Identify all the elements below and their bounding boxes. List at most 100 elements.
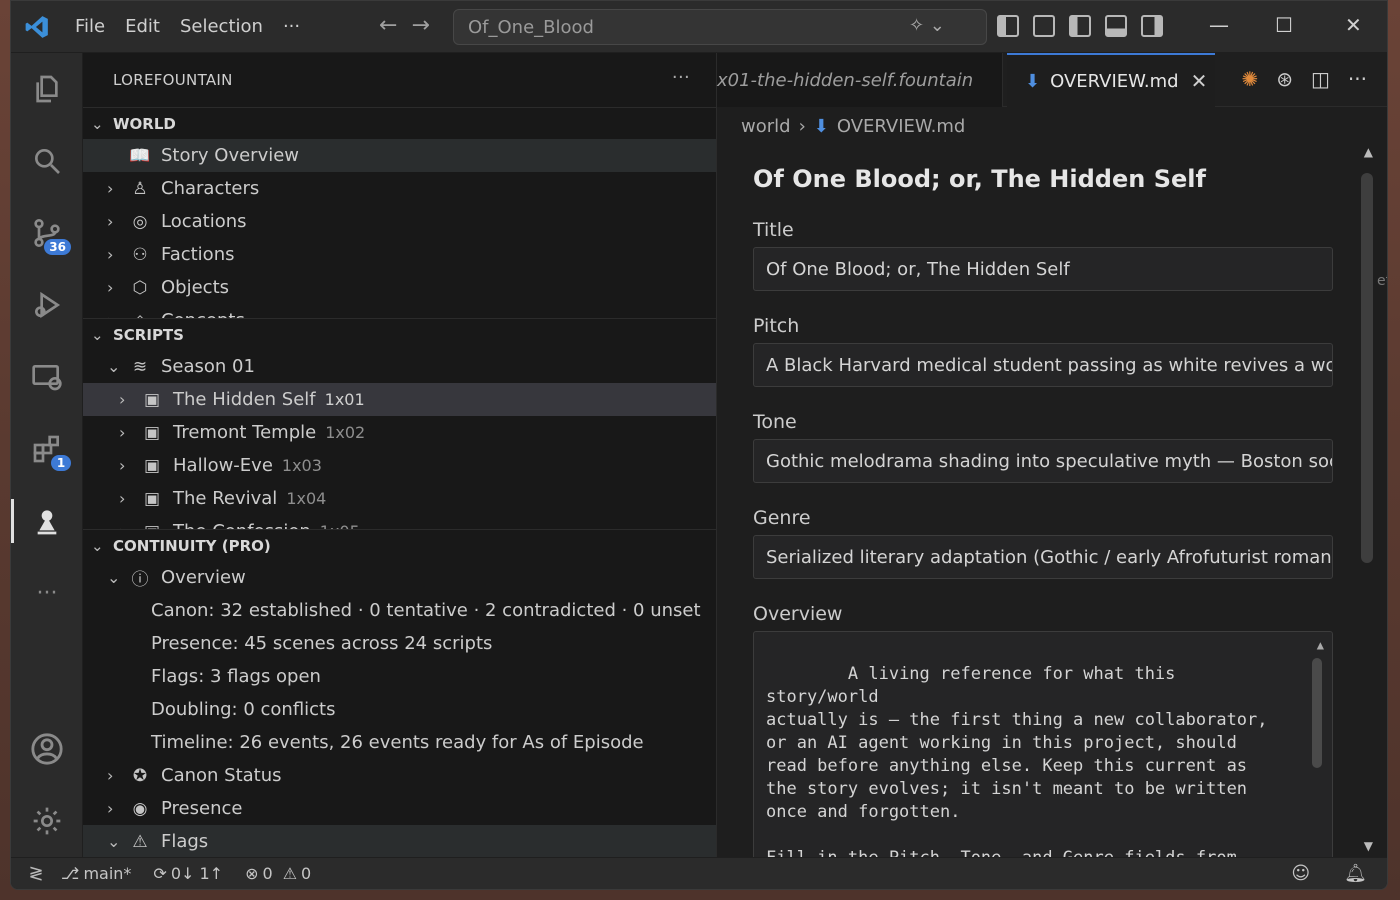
clipped-row: › ▣ The Confession 1x05 bbox=[83, 515, 716, 529]
continuity-canon-status[interactable]: › ✪ Canon Status bbox=[83, 759, 716, 792]
continuity-overview[interactable]: ⌄ ⓘ Overview bbox=[83, 561, 716, 594]
nav-arrows: ← → bbox=[379, 13, 444, 38]
split-editor-icon[interactable]: ◫ bbox=[1311, 67, 1330, 91]
scroll-up-icon[interactable]: ▲ bbox=[1364, 145, 1373, 159]
continuity-presence-line[interactable]: Presence: 45 scenes across 24 scripts bbox=[83, 627, 716, 660]
close-tab-icon[interactable]: ✕ bbox=[1191, 69, 1208, 93]
back-arrow-icon[interactable]: ← bbox=[379, 13, 397, 38]
accounts-icon[interactable] bbox=[11, 721, 83, 777]
forward-arrow-icon[interactable]: → bbox=[411, 13, 429, 38]
genre-input[interactable]: Serialized literary adaptation (Gothic /… bbox=[753, 535, 1333, 579]
textarea-scrollbar[interactable] bbox=[1312, 658, 1322, 768]
section-continuity[interactable]: ⌄ CONTINUITY (PRO) bbox=[83, 529, 716, 561]
warning-icon: ⚠ bbox=[132, 831, 148, 852]
extensions-icon[interactable]: 1 bbox=[11, 421, 83, 477]
menu-more[interactable]: ··· bbox=[283, 16, 300, 37]
branch-indicator[interactable]: ⎇ main* bbox=[61, 864, 131, 883]
chevron-right-icon: › bbox=[107, 278, 114, 297]
field-tone-label: Tone bbox=[753, 411, 797, 433]
season-01[interactable]: ⌄ ≋ Season 01 bbox=[83, 350, 716, 383]
continuity-doubling-line[interactable]: Doubling: 0 conflicts bbox=[83, 693, 716, 726]
run-debug-icon[interactable] bbox=[11, 277, 83, 333]
warning-icon: ⚠ bbox=[282, 864, 298, 883]
more-views-icon[interactable]: ··· bbox=[11, 565, 83, 621]
overview-form: Of One Blood; or, The Hidden Self Title … bbox=[753, 165, 1333, 881]
openai-icon[interactable]: ⊛ bbox=[1276, 67, 1293, 91]
claude-icon[interactable]: ✺ bbox=[1241, 67, 1258, 91]
menu-selection[interactable]: Selection bbox=[180, 16, 263, 37]
world-item-label: Factions bbox=[161, 244, 235, 265]
world-item-characters[interactable]: › ♙ Characters bbox=[83, 172, 716, 205]
scroll-down-icon[interactable]: ▼ bbox=[1364, 839, 1373, 853]
breadcrumb-folder[interactable]: world bbox=[741, 116, 791, 137]
extensions-badge: 1 bbox=[51, 455, 71, 471]
world-item-concepts[interactable]: › ◇ Concepts bbox=[83, 304, 716, 318]
sidebar-title-label: LOREFOUNTAIN bbox=[113, 71, 233, 89]
tab-label: x01-the-hidden-self.fountain bbox=[717, 69, 974, 91]
episode-1x04[interactable]: › ▣ The Revival 1x04 bbox=[83, 482, 716, 515]
world-item-story-overview[interactable]: 📖 Story Overview bbox=[83, 139, 716, 172]
toggle-panel-icon[interactable] bbox=[1105, 15, 1127, 37]
command-center-search[interactable]: Of_One_Blood bbox=[453, 9, 987, 45]
continuity-flags[interactable]: ⌄ ⚠ Flags bbox=[83, 825, 716, 857]
minimize-icon[interactable]: — bbox=[1209, 13, 1229, 37]
toggle-primary-sidebar-icon[interactable] bbox=[997, 15, 1019, 37]
menu-edit[interactable]: Edit bbox=[125, 16, 160, 37]
episode-title: Hallow-Eve bbox=[173, 455, 273, 476]
section-world[interactable]: ⌄ WORLD bbox=[83, 107, 716, 139]
continuity-overview-label: Overview bbox=[161, 567, 246, 588]
editor-scrollbar[interactable] bbox=[1361, 173, 1373, 563]
continuity-line: Doubling: 0 conflicts bbox=[151, 699, 336, 720]
section-world-label: WORLD bbox=[113, 114, 176, 133]
continuity-canon-line[interactable]: Canon: 32 established · 0 tentative · 2 … bbox=[83, 594, 716, 627]
customize-layout-icon[interactable] bbox=[1033, 15, 1055, 37]
remote-indicator-icon[interactable]: ≷ bbox=[11, 863, 61, 884]
episode-1x02[interactable]: › ▣ Tremont Temple 1x02 bbox=[83, 416, 716, 449]
episode-1x03[interactable]: › ▣ Hallow-Eve 1x03 bbox=[83, 449, 716, 482]
toggle-secondary-sidebar-icon[interactable] bbox=[1141, 15, 1163, 37]
continuity-timeline-line[interactable]: Timeline: 26 events, 26 events ready for… bbox=[83, 726, 716, 759]
tab-label: OVERVIEW.md bbox=[1050, 70, 1179, 92]
episode-1x05[interactable]: › ▣ The Confession 1x05 bbox=[83, 515, 716, 529]
tab-overview-md[interactable]: ⬇ OVERVIEW.md ✕ bbox=[1007, 53, 1215, 107]
search-icon[interactable] bbox=[11, 133, 83, 189]
continuity-flags-line[interactable]: Flags: 3 flags open bbox=[83, 660, 716, 693]
copilot-icon[interactable]: ✧ ⌄ bbox=[909, 15, 945, 36]
source-control-icon[interactable]: 36 bbox=[11, 205, 83, 261]
copilot-status-icon[interactable]: ☺ bbox=[1291, 863, 1310, 884]
episode-1x01[interactable]: › ▣ The Hidden Self 1x01 bbox=[83, 383, 716, 416]
status-bar: ≷ ⎇ main* ⟳ 0↓ 1↑ ⊗ 0 ⚠ 0 ☺ 🔔︎ bbox=[11, 857, 1387, 889]
maximize-icon[interactable]: ☐ bbox=[1275, 13, 1293, 37]
notifications-bell-icon[interactable]: 🔔︎ bbox=[1344, 863, 1367, 884]
overview-textarea[interactable]: A living reference for what this story/w… bbox=[753, 631, 1333, 881]
explorer-icon[interactable] bbox=[11, 61, 83, 117]
settings-gear-icon[interactable] bbox=[11, 793, 83, 849]
scroll-up-icon[interactable]: ▲ bbox=[1317, 634, 1324, 657]
section-continuity-label: CONTINUITY (PRO) bbox=[113, 536, 271, 555]
sidebar-more-actions-icon[interactable]: ··· bbox=[672, 67, 690, 88]
toggle-sidebar-icon[interactable] bbox=[1069, 15, 1091, 37]
lorefountain-icon[interactable] bbox=[11, 493, 83, 549]
title-input[interactable]: Of One Blood; or, The Hidden Self bbox=[753, 247, 1333, 291]
world-item-factions[interactable]: › ⚇ Factions bbox=[83, 238, 716, 271]
more-actions-icon[interactable]: ··· bbox=[1348, 67, 1367, 91]
continuity-presence[interactable]: › ◉ Presence bbox=[83, 792, 716, 825]
sync-indicator[interactable]: ⟳ 0↓ 1↑ bbox=[153, 864, 223, 883]
breadcrumb-file[interactable]: OVERVIEW.md bbox=[837, 116, 965, 137]
menu-file[interactable]: File bbox=[75, 16, 105, 37]
vscode-window: File Edit Selection ··· ← → Of_One_Blood … bbox=[10, 0, 1388, 890]
close-window-icon[interactable]: ✕ bbox=[1345, 13, 1362, 37]
episode-title: The Hidden Self bbox=[173, 389, 316, 410]
pitch-input[interactable]: A Black Harvard medical student passing … bbox=[753, 343, 1333, 387]
world-item-objects[interactable]: › ⬡ Objects bbox=[83, 271, 716, 304]
problems-indicator[interactable]: ⊗ 0 ⚠ 0 bbox=[245, 864, 311, 883]
pitch-input-value: A Black Harvard medical student passing … bbox=[766, 354, 1333, 376]
world-item-label: Locations bbox=[161, 211, 247, 232]
remote-explorer-icon[interactable] bbox=[11, 349, 83, 405]
tone-input[interactable]: Gothic melodrama shading into speculativ… bbox=[753, 439, 1333, 483]
branch-name: main* bbox=[83, 864, 132, 883]
continuity-line: Canon: 32 established · 0 tentative · 2 … bbox=[151, 600, 701, 621]
tab-fountain-script[interactable]: x01-the-hidden-self.fountain bbox=[717, 53, 1003, 107]
world-item-locations[interactable]: › ◎ Locations bbox=[83, 205, 716, 238]
section-scripts[interactable]: ⌄ SCRIPTS bbox=[83, 318, 716, 350]
